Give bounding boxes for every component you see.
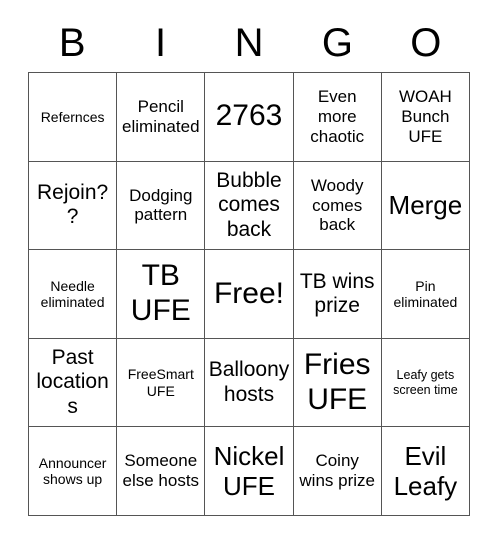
bingo-cell[interactable]: Evil Leafy [381,427,470,516]
bingo-cell-label: WOAH Bunch UFE [398,87,452,146]
header-letter-b: B [58,21,86,65]
bingo-cell[interactable]: Coiny wins prize [293,427,382,516]
bingo-cell[interactable]: Woody comes back [293,161,382,251]
bingo-cell[interactable]: WOAH Bunch UFE [381,73,470,162]
bingo-cell[interactable]: Pin eliminated [381,250,470,339]
bingo-cell-label: Refernces [40,108,105,125]
bingo-cell[interactable]: Someone else hosts [117,427,206,516]
bingo-cell-label: Free! [213,276,284,310]
bingo-grid: Refernces Pencil eliminated 2763 Even mo… [28,72,470,516]
bingo-cell[interactable]: Even more chaotic [293,73,382,162]
bingo-cell[interactable]: Refernces [29,73,118,162]
bingo-cell-label: Even more chaotic [310,87,365,146]
bingo-cell-label: Rejoin?? [36,181,109,229]
header-letter-n: N [234,21,264,65]
bingo-cell[interactable]: Balloony hosts [205,338,294,428]
bingo-cell[interactable]: TB UFE [117,250,206,339]
bingo-cell-label: Someone else hosts [122,451,200,491]
bingo-cell-label: Fries UFE [303,347,371,416]
bingo-cell[interactable]: Past locations [29,338,118,428]
bingo-cell-label: Evil Leafy [393,441,458,502]
bingo-cell[interactable]: Nickel UFE [205,427,294,516]
header-letter-g: G [321,21,353,65]
bingo-cell-label: Announcer shows up [38,454,107,488]
bingo-cell-label: Dodging pattern [129,185,193,225]
bingo-cell-label: Coiny wins prize [299,451,375,491]
bingo-cell-label: FreeSmart UFE [127,366,194,399]
bingo-cell-label: TB UFE [130,259,191,327]
bingo-cell[interactable]: Leafy gets screen time [381,338,470,428]
bingo-cell[interactable]: 2763 [205,73,294,162]
bingo-cell-label: 2763 [215,99,283,133]
bingo-cell-label: Needle eliminated [40,277,105,310]
bingo-cell-label: Bubble comes back [216,168,282,241]
bingo-cell[interactable]: Fries UFE [293,338,382,428]
bingo-cell[interactable]: TB wins prize [293,250,382,339]
bingo-cell[interactable]: Needle eliminated [29,250,118,339]
bingo-cell[interactable]: Rejoin?? [29,161,118,251]
header-letter-i: I [155,21,167,65]
bingo-cell-free-space[interactable]: Free! [205,250,294,339]
bingo-cell[interactable]: Pencil eliminated [117,73,206,162]
bingo-cell[interactable]: Announcer shows up [29,427,118,516]
bingo-cell-label: Pin eliminated [393,277,458,310]
bingo-cell-label: Nickel UFE [213,441,285,502]
bingo-cell[interactable]: Merge [381,161,470,251]
bingo-cell[interactable]: Dodging pattern [117,161,206,251]
bingo-cell-label: Past locations [36,346,109,418]
bingo-cell-label: Leafy gets screen time [393,368,458,397]
bingo-cell[interactable]: FreeSmart UFE [117,338,206,428]
bingo-header: B I N G O [28,14,470,72]
bingo-cell-label: Woody comes back [310,175,364,235]
bingo-cell-label: Pencil eliminated [122,97,200,136]
bingo-cell-label: Merge [388,190,463,221]
bingo-cell-label: Balloony hosts [208,358,290,406]
header-letter-o: O [410,21,442,65]
bingo-cell[interactable]: Bubble comes back [205,161,294,251]
bingo-cell-label: TB wins prize [299,269,375,317]
bingo-card: B I N G O Refernces Pencil eliminated 27… [28,14,470,516]
